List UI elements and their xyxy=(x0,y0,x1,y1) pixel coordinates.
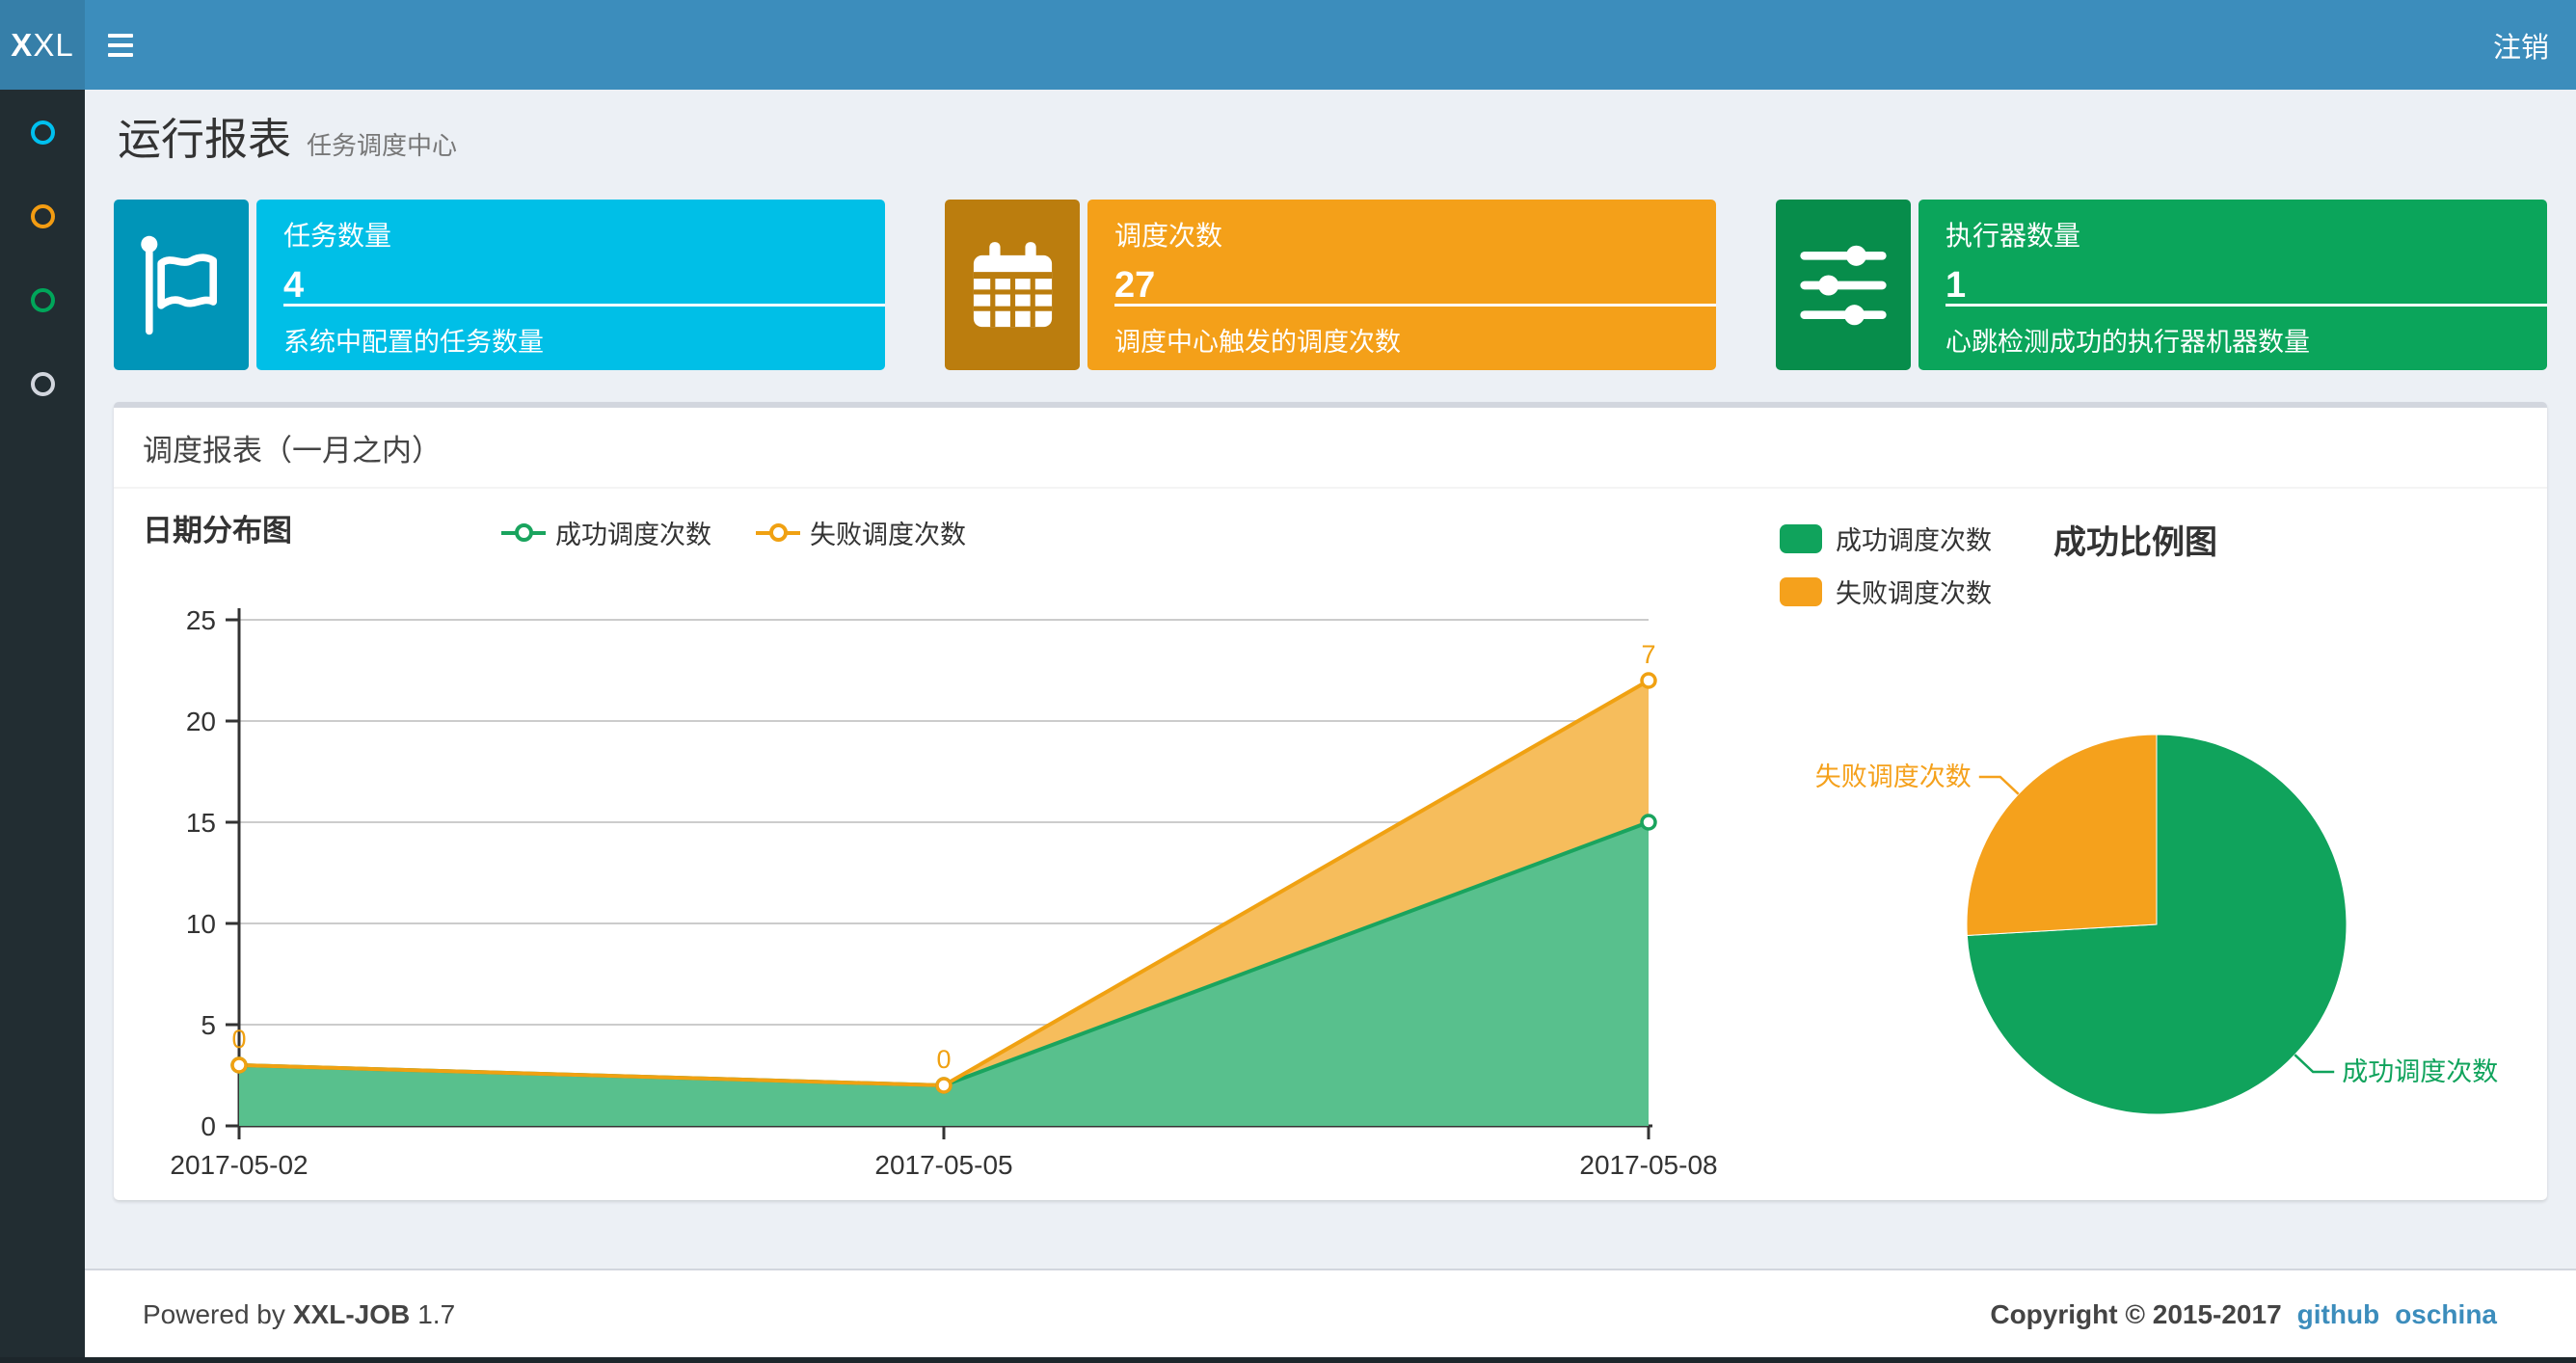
hamburger-icon[interactable] xyxy=(85,0,156,90)
pie-chart-title: 成功比例图 xyxy=(2053,524,2217,561)
page-title: 运行报表 任务调度中心 xyxy=(118,104,457,167)
divider xyxy=(1945,304,2547,307)
legend-item-fail[interactable]: 失败调度次数 xyxy=(1780,573,1992,610)
legend-item-fail[interactable]: 失败调度次数 xyxy=(756,514,966,551)
stat-card-value: 27 xyxy=(1114,265,1156,306)
line-chart-canvas[interactable]: 05101520252017-05-02 2017-05-05 2017-05-08… xyxy=(114,489,1776,1200)
product-version: 1.7 xyxy=(417,1299,456,1329)
stat-card-triggers: 调度次数 27 调度中心触发的调度次数 xyxy=(945,200,1716,370)
pie-chart-legend: 成功调度次数 失败调度次数 xyxy=(1780,520,1992,626)
window-bottom-edge xyxy=(0,1357,2576,1363)
legend-item-success[interactable]: 成功调度次数 xyxy=(1780,520,1992,557)
sidebar-item-1[interactable] xyxy=(0,98,85,166)
stat-card-desc: 调度中心触发的调度次数 xyxy=(1114,328,1401,357)
swatch-icon xyxy=(1780,576,1822,606)
circle-icon xyxy=(30,287,55,312)
legend-label: 失败调度次数 xyxy=(1836,579,1992,608)
line-chart-title: 日期分布图 xyxy=(143,514,292,548)
panel-body: 日期分布图 成功调度次数 失败调度次数 0 5 10 15 20 25 2017-05-02… xyxy=(114,489,2547,1200)
logo-bold: X xyxy=(11,26,34,63)
line-circle-marker-icon xyxy=(756,522,800,544)
app-logo[interactable]: X XL xyxy=(0,0,85,90)
logout-link[interactable]: 注销 xyxy=(2493,0,2549,90)
swatch-icon xyxy=(1780,523,1822,553)
line-circle-marker-icon xyxy=(501,522,546,544)
legend-label: 失败调度次数 xyxy=(810,521,966,549)
stat-card-title: 调度次数 xyxy=(1114,221,1223,251)
legend-label: 成功调度次数 xyxy=(1836,526,1992,555)
report-panel: 调度报表（一月之内） 日期分布图 成功调度次数 失败调度次数 0 5 10 15 20 2… xyxy=(114,402,2547,1200)
sidebar-item-2[interactable] xyxy=(0,182,85,250)
stat-card-jobs: 任务数量 4 系统中配置的任务数量 xyxy=(114,200,885,370)
svg-text:2017-05-05: 2017-05-05 xyxy=(874,1150,1012,1180)
stat-card-executors: 执行器数量 1 心跳检测成功的执行器机器数量 xyxy=(1776,200,2547,370)
calendar-icon xyxy=(945,200,1080,370)
stat-cards: 任务数量 4 系统中配置的任务数量 调度次数 27 调度中心触发的调度次数 执行… xyxy=(114,200,2547,370)
stat-card-body: 执行器数量 1 心跳检测成功的执行器机器数量 xyxy=(1919,200,2547,370)
svg-text:0: 0 xyxy=(231,1025,246,1054)
product-name: XXL-JOB xyxy=(292,1299,411,1329)
success-ratio-chart[interactable]: 成功调度次数 失败调度次数 成功比例图 成功调度次数 失败调度次数 xyxy=(1776,489,2547,1200)
pie-chart-canvas[interactable]: 成功调度次数 失败调度次数 xyxy=(1776,696,2547,1178)
svg-text:成功调度次数: 成功调度次数 xyxy=(2342,1057,2498,1086)
sidebar xyxy=(0,90,85,1363)
svg-text:2017-05-02: 2017-05-02 xyxy=(170,1150,308,1180)
stat-card-title: 任务数量 xyxy=(283,221,392,251)
copyright: Copyright © 2015-2017 github oschina xyxy=(1990,1270,2497,1359)
logo-rest: XL xyxy=(33,26,74,63)
stat-card-value: 1 xyxy=(1945,265,1967,306)
stat-card-body: 任务数量 4 系统中配置的任务数量 xyxy=(256,200,885,370)
legend-label: 成功调度次数 xyxy=(555,521,711,549)
svg-text:20: 20 xyxy=(186,707,216,736)
date-distribution-chart[interactable]: 日期分布图 成功调度次数 失败调度次数 0 5 10 15 20 25 2017-05-02… xyxy=(114,489,1776,1200)
stat-card-value: 4 xyxy=(283,265,305,306)
copyright-text: Copyright © 2015-2017 xyxy=(1990,1299,2282,1329)
circle-icon xyxy=(30,203,55,228)
circle-icon xyxy=(30,371,55,396)
powered-prefix: Powered by xyxy=(143,1299,285,1329)
svg-text:0: 0 xyxy=(936,1045,951,1074)
svg-text:5: 5 xyxy=(201,1010,216,1040)
stat-card-title: 执行器数量 xyxy=(1945,221,2081,251)
sliders-icon xyxy=(1776,200,1911,370)
divider xyxy=(1114,304,1716,307)
footer: Powered by XXL-JOB 1.7 Copyright © 2015-… xyxy=(85,1269,2576,1359)
oschina-link[interactable]: oschina xyxy=(2395,1299,2497,1330)
github-link[interactable]: github xyxy=(2297,1299,2380,1330)
stat-card-desc: 系统中配置的任务数量 xyxy=(283,328,544,357)
page-title-text: 运行报表 xyxy=(118,115,292,164)
svg-text:2017-05-08: 2017-05-08 xyxy=(1579,1150,1717,1180)
circle-icon xyxy=(30,120,55,145)
svg-text:15: 15 xyxy=(186,808,216,838)
top-navbar: X XL 注销 xyxy=(0,0,2576,90)
flag-icon xyxy=(114,200,249,370)
svg-text:7: 7 xyxy=(1641,640,1655,669)
stat-card-body: 调度次数 27 调度中心触发的调度次数 xyxy=(1087,200,1716,370)
sidebar-item-3[interactable] xyxy=(0,266,85,334)
page-subtitle: 任务调度中心 xyxy=(307,131,458,160)
svg-text:0: 0 xyxy=(201,1111,216,1141)
powered-by: Powered by XXL-JOB 1.7 xyxy=(143,1270,455,1359)
svg-text:10: 10 xyxy=(186,909,216,939)
stat-card-desc: 心跳检测成功的执行器机器数量 xyxy=(1945,328,2310,357)
svg-text:失败调度次数: 失败调度次数 xyxy=(1815,762,1972,791)
sidebar-item-4[interactable] xyxy=(0,350,85,417)
divider xyxy=(283,304,885,307)
svg-text:25: 25 xyxy=(186,605,216,635)
panel-title: 调度报表（一月之内） xyxy=(114,408,2547,489)
line-chart-legend: 成功调度次数 失败调度次数 xyxy=(501,514,1610,551)
legend-item-success[interactable]: 成功调度次数 xyxy=(501,514,711,551)
